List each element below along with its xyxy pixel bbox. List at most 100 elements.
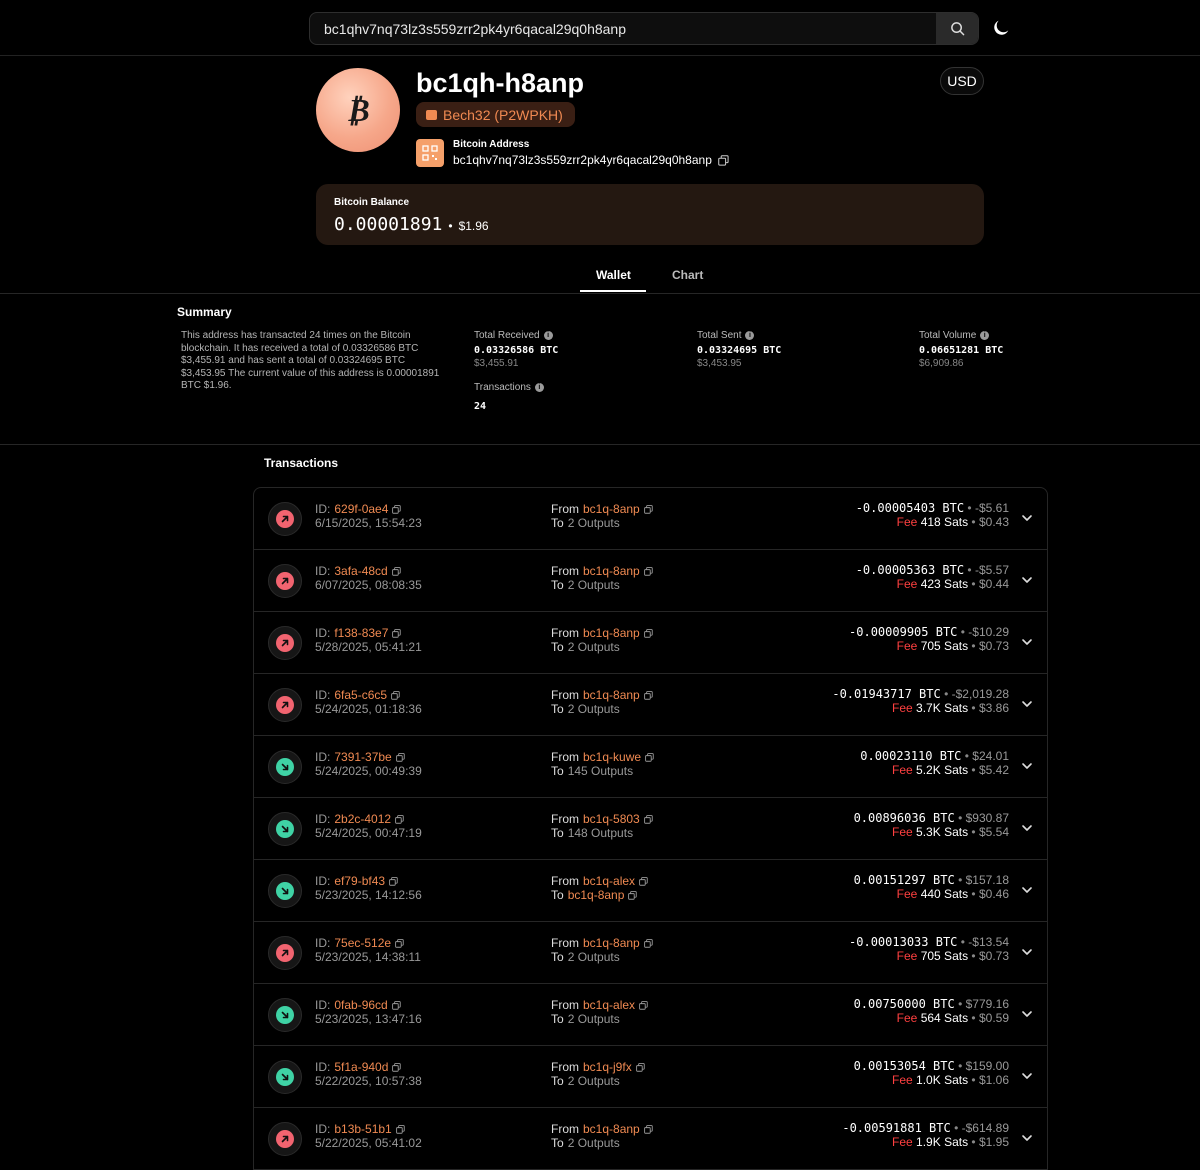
fee-sats: 423 Sats [920, 577, 969, 591]
transaction-row[interactable]: ID: 2b2c-4012 5/24/2025, 00:47:19 From bc1q-… [254, 798, 1047, 860]
from-address-link[interactable]: bc1q-j9fx [583, 1060, 632, 1074]
copy-icon[interactable] [391, 566, 401, 576]
tx-to: To 2 Outputs [551, 640, 620, 654]
transaction-row[interactable]: ID: 7391-37be 5/24/2025, 00:49:39 From bc1q-… [254, 736, 1047, 798]
from-address-link[interactable]: bc1q-8anp [583, 626, 640, 640]
tx-id-link[interactable]: ef79-bf43 [334, 874, 385, 888]
tx-id-link[interactable]: 75ec-512e [334, 936, 391, 950]
tx-id: ID: 5f1a-940d [315, 1060, 402, 1074]
chevron-down-icon[interactable] [1021, 512, 1033, 524]
tab-chart[interactable]: Chart [672, 268, 703, 282]
to-label: To [551, 1012, 564, 1026]
direction-badge [268, 688, 302, 722]
stat-total-volume: Total Volume i 0.06651281 BTC $6,909.86 [919, 330, 1003, 369]
from-address-link[interactable]: bc1q-alex [583, 874, 635, 888]
chevron-down-icon[interactable] [1021, 698, 1033, 710]
from-address-link[interactable]: bc1q-kuwe [583, 750, 641, 764]
copy-icon[interactable] [643, 1124, 653, 1134]
tx-id-link[interactable]: 7391-37be [334, 750, 391, 764]
tx-id-link[interactable]: 2b2c-4012 [334, 812, 391, 826]
copy-icon[interactable] [392, 628, 402, 638]
tx-amount: -0.00013033 BTC • -$13.54 [849, 935, 1009, 949]
search-button[interactable] [936, 13, 978, 44]
transaction-row[interactable]: ID: 75ec-512e 5/23/2025, 14:38:11 From bc1q-… [254, 922, 1047, 984]
theme-toggle-moon-icon[interactable] [990, 17, 1012, 39]
info-icon[interactable]: i [980, 331, 990, 340]
tx-id-link[interactable]: 3afa-48cd [334, 564, 387, 578]
from-address-link[interactable]: bc1q-8anp [583, 502, 640, 516]
copy-icon[interactable] [395, 814, 404, 824]
from-address-link[interactable]: bc1q-8anp [583, 688, 640, 702]
arrow-down-right-icon [281, 887, 289, 895]
chevron-down-icon[interactable] [1021, 1132, 1033, 1144]
chevron-down-icon[interactable] [1021, 574, 1033, 586]
copy-icon[interactable] [639, 876, 648, 886]
copy-icon[interactable] [643, 504, 653, 514]
copy-icon[interactable] [645, 752, 654, 762]
transaction-row[interactable]: ID: 3afa-48cd 6/07/2025, 08:08:35 From bc1q-… [254, 550, 1047, 612]
outputs-count: 2 Outputs [567, 1012, 620, 1026]
tx-id-link[interactable]: 5f1a-940d [334, 1060, 388, 1074]
chevron-down-icon[interactable] [1021, 636, 1033, 648]
tx-id-link[interactable]: 0fab-96cd [334, 998, 387, 1012]
info-icon[interactable]: i [745, 331, 755, 340]
tab-wallet[interactable]: Wallet [596, 268, 631, 282]
copy-icon[interactable] [392, 1062, 402, 1072]
transaction-row[interactable]: ID: 6fa5-c6c5 5/24/2025, 01:18:36 From bc1q-… [254, 674, 1047, 736]
copy-icon[interactable] [643, 628, 653, 638]
copy-icon[interactable] [395, 938, 404, 948]
full-address: bc1qhv7nq73lz3s559zrr2pk4yr6qacal29q0h8a… [453, 153, 729, 167]
copy-icon[interactable] [643, 938, 653, 948]
tx-to: To 2 Outputs [551, 1012, 620, 1026]
to-address-link[interactable]: bc1q-8anp [568, 888, 625, 902]
copy-icon[interactable] [391, 1000, 401, 1010]
copy-icon[interactable] [643, 566, 653, 576]
chevron-down-icon[interactable] [1021, 884, 1033, 896]
tx-id-link[interactable]: 629f-0ae4 [334, 502, 388, 516]
tx-to: To 2 Outputs [551, 950, 620, 964]
copy-icon[interactable] [718, 154, 729, 166]
from-address-link[interactable]: bc1q-8anp [583, 936, 640, 950]
from-address-link[interactable]: bc1q-5803 [583, 812, 640, 826]
copy-icon[interactable] [389, 876, 398, 886]
amount-fiat: $24.01 [972, 749, 1009, 763]
tx-id-link[interactable]: b13b-51b1 [334, 1122, 391, 1136]
chevron-down-icon[interactable] [1021, 946, 1033, 958]
copy-icon[interactable] [392, 504, 402, 514]
chevron-down-icon[interactable] [1021, 760, 1033, 772]
info-icon[interactable]: i [543, 331, 553, 340]
transaction-row[interactable]: ID: b13b-51b1 5/22/2025, 05:41:02 From bc1q-… [254, 1108, 1047, 1170]
copy-icon[interactable] [635, 1062, 645, 1072]
copy-icon[interactable] [639, 1000, 648, 1010]
copy-icon[interactable] [643, 690, 653, 700]
copy-icon[interactable] [395, 1124, 405, 1134]
search-input[interactable] [310, 13, 937, 44]
transaction-row[interactable]: ID: 629f-0ae4 6/15/2025, 15:54:23 From bc1q-… [254, 488, 1047, 550]
tx-from: From bc1q-kuwe [551, 750, 654, 764]
fee-fiat: $0.43 [978, 515, 1009, 529]
fee-separator: • [971, 825, 976, 839]
tx-fee: Fee 5.3K Sats • $5.54 [892, 825, 1009, 839]
transaction-row[interactable]: ID: 5f1a-940d 5/22/2025, 10:57:38 From bc1q-… [254, 1046, 1047, 1108]
from-address-link[interactable]: bc1q-8anp [583, 564, 640, 578]
tx-id-link[interactable]: 6fa5-c6c5 [334, 688, 387, 702]
tx-id-link[interactable]: f138-83e7 [334, 626, 388, 640]
copy-icon[interactable] [643, 814, 653, 824]
copy-icon[interactable] [391, 690, 400, 700]
copy-icon[interactable] [628, 890, 638, 900]
qr-code-button[interactable] [416, 139, 444, 167]
chevron-down-icon[interactable] [1021, 1008, 1033, 1020]
copy-icon[interactable] [395, 752, 405, 762]
info-icon[interactable]: i [534, 383, 544, 392]
transaction-row[interactable]: ID: ef79-bf43 5/23/2025, 14:12:56 From bc1q-… [254, 860, 1047, 922]
from-address-link[interactable]: bc1q-8anp [583, 1122, 640, 1136]
transactions-title: Transactions [264, 456, 339, 470]
transaction-row[interactable]: ID: f138-83e7 5/28/2025, 05:41:21 From bc1q-… [254, 612, 1047, 674]
tx-fee: Fee 1.9K Sats • $1.95 [892, 1135, 1009, 1149]
currency-toggle-button[interactable]: USD [940, 67, 984, 95]
transaction-row[interactable]: ID: 0fab-96cd 5/23/2025, 13:47:16 From bc1q-… [254, 984, 1047, 1046]
from-address-link[interactable]: bc1q-alex [583, 998, 635, 1012]
to-label: To [551, 888, 564, 902]
chevron-down-icon[interactable] [1021, 822, 1033, 834]
chevron-down-icon[interactable] [1021, 1070, 1033, 1082]
